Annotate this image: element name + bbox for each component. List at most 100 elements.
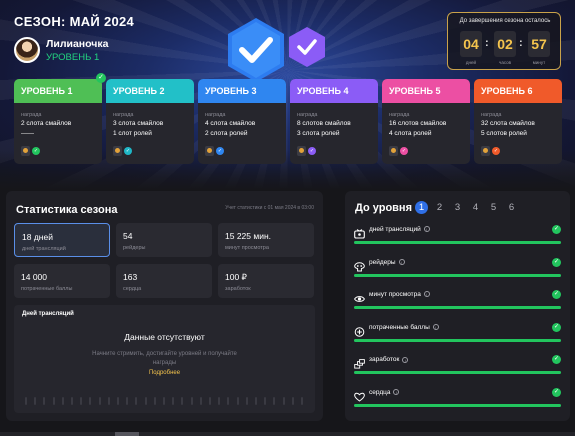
chart-bar	[107, 397, 110, 405]
requirement-progress-fill	[354, 241, 561, 244]
stats-title: Статистика сезона	[16, 204, 118, 216]
level-card[interactable]: УРОВЕНЬ 5 награда 16 слотов смайлов 4 слота…	[382, 79, 470, 164]
level-card[interactable]: УРОВЕНЬ 3 награда 4 слота смайлов 2 слота р…	[198, 79, 286, 164]
check-badge-icon: ✓	[124, 147, 132, 155]
info-icon[interactable]: i	[402, 356, 409, 363]
chart-bar	[227, 397, 230, 405]
chart-bar	[43, 397, 46, 405]
requirement-progress-bar	[354, 338, 561, 342]
info-icon[interactable]: i	[398, 258, 405, 265]
chart-bar	[209, 397, 211, 405]
check-badge-icon: ✓	[308, 147, 316, 155]
level-card-title: УРОВЕНЬ 1	[14, 79, 102, 103]
chart-bar	[172, 397, 175, 405]
stat-card[interactable]: 15 225 мин. минут просмотра	[218, 223, 314, 257]
requirement-label-text: сердца	[369, 389, 391, 396]
requirement-check-icon: ✓	[552, 355, 561, 365]
user-name: Лилианочка	[46, 38, 109, 50]
scrollbar-thumb[interactable]	[115, 432, 139, 436]
reward-icons: ✓	[205, 146, 279, 156]
requirement-check-icon: ✓	[552, 257, 561, 267]
info-icon[interactable]: i	[432, 324, 439, 331]
requirement-label: дней трансляций i	[369, 226, 430, 233]
timer-days: 04	[460, 31, 482, 57]
level-card[interactable]: УРОВЕНЬ 4 награда 8 слотов смайлов 3 слота …	[290, 79, 378, 164]
level-step-1[interactable]: 1	[415, 201, 428, 214]
requirement-label-text: заработок	[369, 356, 400, 364]
stat-label: заработок	[225, 286, 251, 292]
bottom-scrollbar[interactable]	[0, 432, 575, 436]
reward-line: 8 слотов смайлов	[297, 120, 351, 127]
info-icon[interactable]: i	[423, 226, 430, 233]
timer-minutes-label: минут	[532, 60, 546, 65]
requirement-check-icon: ✓	[552, 388, 561, 397]
broadcast-icon	[354, 226, 365, 239]
requirement-progress-fill	[354, 371, 561, 375]
check-badge-icon: ✓	[492, 147, 500, 155]
level-card-body: награда 16 слотов смайлов 4 слота ролей ✓	[382, 103, 470, 156]
timer-hours-label: часов	[498, 60, 512, 65]
user-level: УРОВЕНЬ 1	[46, 52, 100, 63]
level-step-4[interactable]: 4	[469, 201, 482, 214]
requirement-label-text: дней трансляций	[369, 226, 421, 233]
stat-label: сердца	[123, 286, 142, 292]
stat-label: рейдеры	[123, 245, 146, 251]
chart-bar	[98, 397, 101, 405]
more-link[interactable]: Подробнее	[14, 370, 315, 376]
level-step-2[interactable]: 2	[433, 201, 446, 214]
level-card[interactable]: УРОВЕНЬ 1 награда 2 слота смайлов —— ✓ ✓	[14, 73, 106, 164]
stat-value: 100 ₽	[225, 272, 247, 282]
reward-icons: ✓	[481, 146, 555, 156]
chart-bar	[163, 397, 165, 405]
level-step-6[interactable]: 6	[505, 201, 518, 214]
raiders-icon	[354, 259, 365, 272]
requirement-progress-bar	[354, 273, 561, 277]
chart-bar	[135, 397, 138, 405]
requirement-row: заработок i ✓	[354, 355, 561, 385]
reward-label: награда	[481, 112, 502, 118]
requirement-row: минут просмотра i ✓	[354, 290, 561, 320]
reward-icons: ✓	[21, 146, 95, 156]
requirement-progress-fill	[354, 273, 561, 277]
info-icon[interactable]: i	[393, 389, 400, 396]
reward-line: 32 слота смайлов	[481, 120, 535, 127]
stat-card[interactable]: 14 000 потраченные баллы	[14, 264, 110, 298]
level-step-5[interactable]: 5	[487, 201, 500, 214]
level-card[interactable]: УРОВЕНЬ 2 награда 3 слота смайлов 1 слот ро…	[106, 79, 194, 164]
timer-separator: :	[519, 37, 523, 49]
requirement-label-text: рейдеры	[369, 258, 396, 266]
requirement-row: потраченные баллы i ✓	[354, 322, 561, 353]
chart-bar	[71, 397, 73, 405]
level-card-title: УРОВЕНЬ 4	[290, 79, 378, 103]
chart-bar	[80, 397, 83, 405]
chart-bar	[301, 397, 303, 405]
chart-bar	[153, 397, 156, 405]
stat-label: потраченные баллы	[21, 286, 73, 292]
eye-icon	[354, 291, 365, 303]
stat-value: 18 дней	[22, 232, 53, 242]
purple-check-hexagon-icon	[289, 27, 325, 67]
stat-card[interactable]: 163 сердца	[116, 264, 212, 298]
stat-card[interactable]: 100 ₽ заработок	[218, 264, 314, 298]
requirement-check-icon: ✓	[552, 290, 561, 300]
stats-note: Учет статистики с 01 мая 2024 в 03:00	[225, 205, 314, 211]
requirement-progress-fill	[354, 338, 561, 342]
stat-card[interactable]: 54 рейдеры	[116, 223, 212, 257]
requirement-label-text: минут просмотра	[369, 291, 421, 299]
level-cards: УРОВЕНЬ 1 награда 2 слота смайлов —— ✓ ✓ УРОВЕ…	[14, 73, 562, 164]
reward-icons: ✓	[389, 146, 463, 156]
chart-bar	[25, 397, 27, 405]
reward-line: 4 слота ролей	[389, 130, 432, 137]
level-card[interactable]: УРОВЕНЬ 6 награда 32 слота смайлов 5 слотов…	[474, 79, 562, 164]
info-icon[interactable]: i	[423, 291, 430, 298]
requirement-row: рейдеры i ✓	[354, 257, 561, 288]
next-level-title: До уровня	[355, 202, 412, 214]
level-step-3[interactable]: 3	[451, 201, 464, 214]
avatar[interactable]	[14, 37, 40, 63]
requirement-row: дней трансляций i ✓	[354, 225, 561, 255]
stat-card[interactable]: 18 дней дней трансляций	[14, 223, 110, 257]
reward-line: 3 слота смайлов	[113, 120, 164, 127]
chart-bar	[61, 397, 64, 405]
chart-bar	[291, 397, 294, 405]
points-icon	[354, 324, 365, 337]
